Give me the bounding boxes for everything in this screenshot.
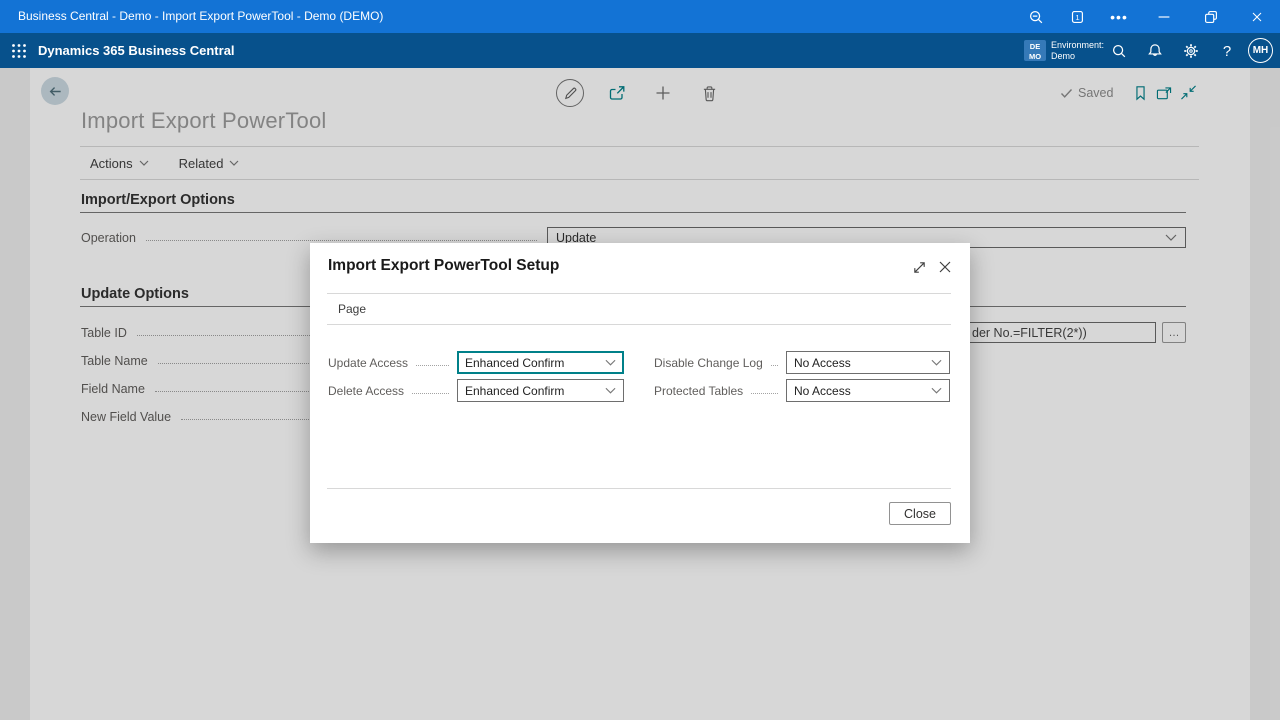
protected-tables-label: Protected Tables — [654, 384, 743, 398]
window-tabs-icon[interactable]: 1 — [1060, 0, 1094, 33]
disable-change-log-value: No Access — [794, 356, 851, 370]
delete-access-combobox[interactable]: Enhanced Confirm — [457, 379, 624, 402]
expand-dialog-icon[interactable] — [910, 258, 928, 276]
protected-tables-value: No Access — [794, 384, 851, 398]
minimize-icon[interactable] — [1147, 0, 1181, 33]
zoom-out-icon[interactable] — [1019, 0, 1053, 33]
close-dialog-icon[interactable] — [936, 258, 954, 276]
disable-change-log-label: Disable Change Log — [654, 356, 763, 370]
screen: Business Central - Demo - Import Export … — [0, 0, 1280, 720]
search-icon[interactable] — [1107, 39, 1131, 63]
field-row-disable-change-log: Disable Change Log No Access — [654, 351, 950, 374]
app-brand[interactable]: Dynamics 365 Business Central — [38, 33, 235, 68]
help-icon[interactable]: ? — [1215, 39, 1239, 63]
environment-label: Environment: Demo — [1051, 40, 1104, 63]
field-row-protected-tables: Protected Tables No Access — [654, 379, 950, 402]
dotted-leader — [412, 393, 449, 394]
settings-gear-icon[interactable] — [1179, 39, 1203, 63]
environment-badge-line2: MO — [1024, 52, 1046, 62]
environment-caption: Environment: — [1051, 40, 1104, 51]
environment-name: Demo — [1051, 51, 1104, 62]
window-title: Business Central - Demo - Import Export … — [18, 0, 383, 33]
chevron-down-icon — [931, 387, 942, 394]
dialog-divider — [327, 293, 951, 294]
protected-tables-combobox[interactable]: No Access — [786, 379, 950, 402]
disable-change-log-combobox[interactable]: No Access — [786, 351, 950, 374]
dialog-title: Import Export PowerTool Setup — [328, 257, 559, 275]
titlebar-more-icon[interactable]: ••• — [1102, 0, 1136, 33]
dialog-tab-page: Page — [338, 302, 366, 316]
update-access-combobox[interactable]: Enhanced Confirm — [457, 351, 624, 374]
dialog-divider — [327, 488, 951, 489]
delete-access-value: Enhanced Confirm — [465, 384, 564, 398]
environment-badge: DE MO — [1024, 40, 1046, 61]
environment-badge-line1: DE — [1024, 42, 1046, 52]
chevron-down-icon — [605, 359, 616, 366]
app-header: Dynamics 365 Business Central DE MO Envi… — [0, 33, 1280, 68]
update-access-label: Update Access — [328, 356, 408, 370]
dialog-divider — [327, 324, 951, 325]
avatar[interactable]: MH — [1248, 38, 1273, 63]
setup-dialog: Import Export PowerTool Setup Page Updat… — [310, 243, 970, 543]
close-button[interactable]: Close — [889, 502, 951, 525]
svg-text:1: 1 — [1075, 12, 1079, 21]
restore-icon[interactable] — [1194, 0, 1228, 33]
dotted-leader — [416, 365, 449, 366]
update-access-value: Enhanced Confirm — [465, 356, 564, 370]
dotted-leader — [751, 393, 778, 394]
field-row-delete-access: Delete Access Enhanced Confirm — [328, 379, 624, 402]
dotted-leader — [771, 365, 778, 366]
notifications-bell-icon[interactable] — [1143, 39, 1167, 63]
window-titlebar: Business Central - Demo - Import Export … — [0, 0, 1280, 33]
app-launcher-icon[interactable] — [7, 39, 31, 63]
field-row-update-access: Update Access Enhanced Confirm — [328, 351, 624, 374]
close-window-icon[interactable] — [1240, 0, 1274, 33]
chevron-down-icon — [605, 387, 616, 394]
chevron-down-icon — [931, 359, 942, 366]
delete-access-label: Delete Access — [328, 384, 404, 398]
